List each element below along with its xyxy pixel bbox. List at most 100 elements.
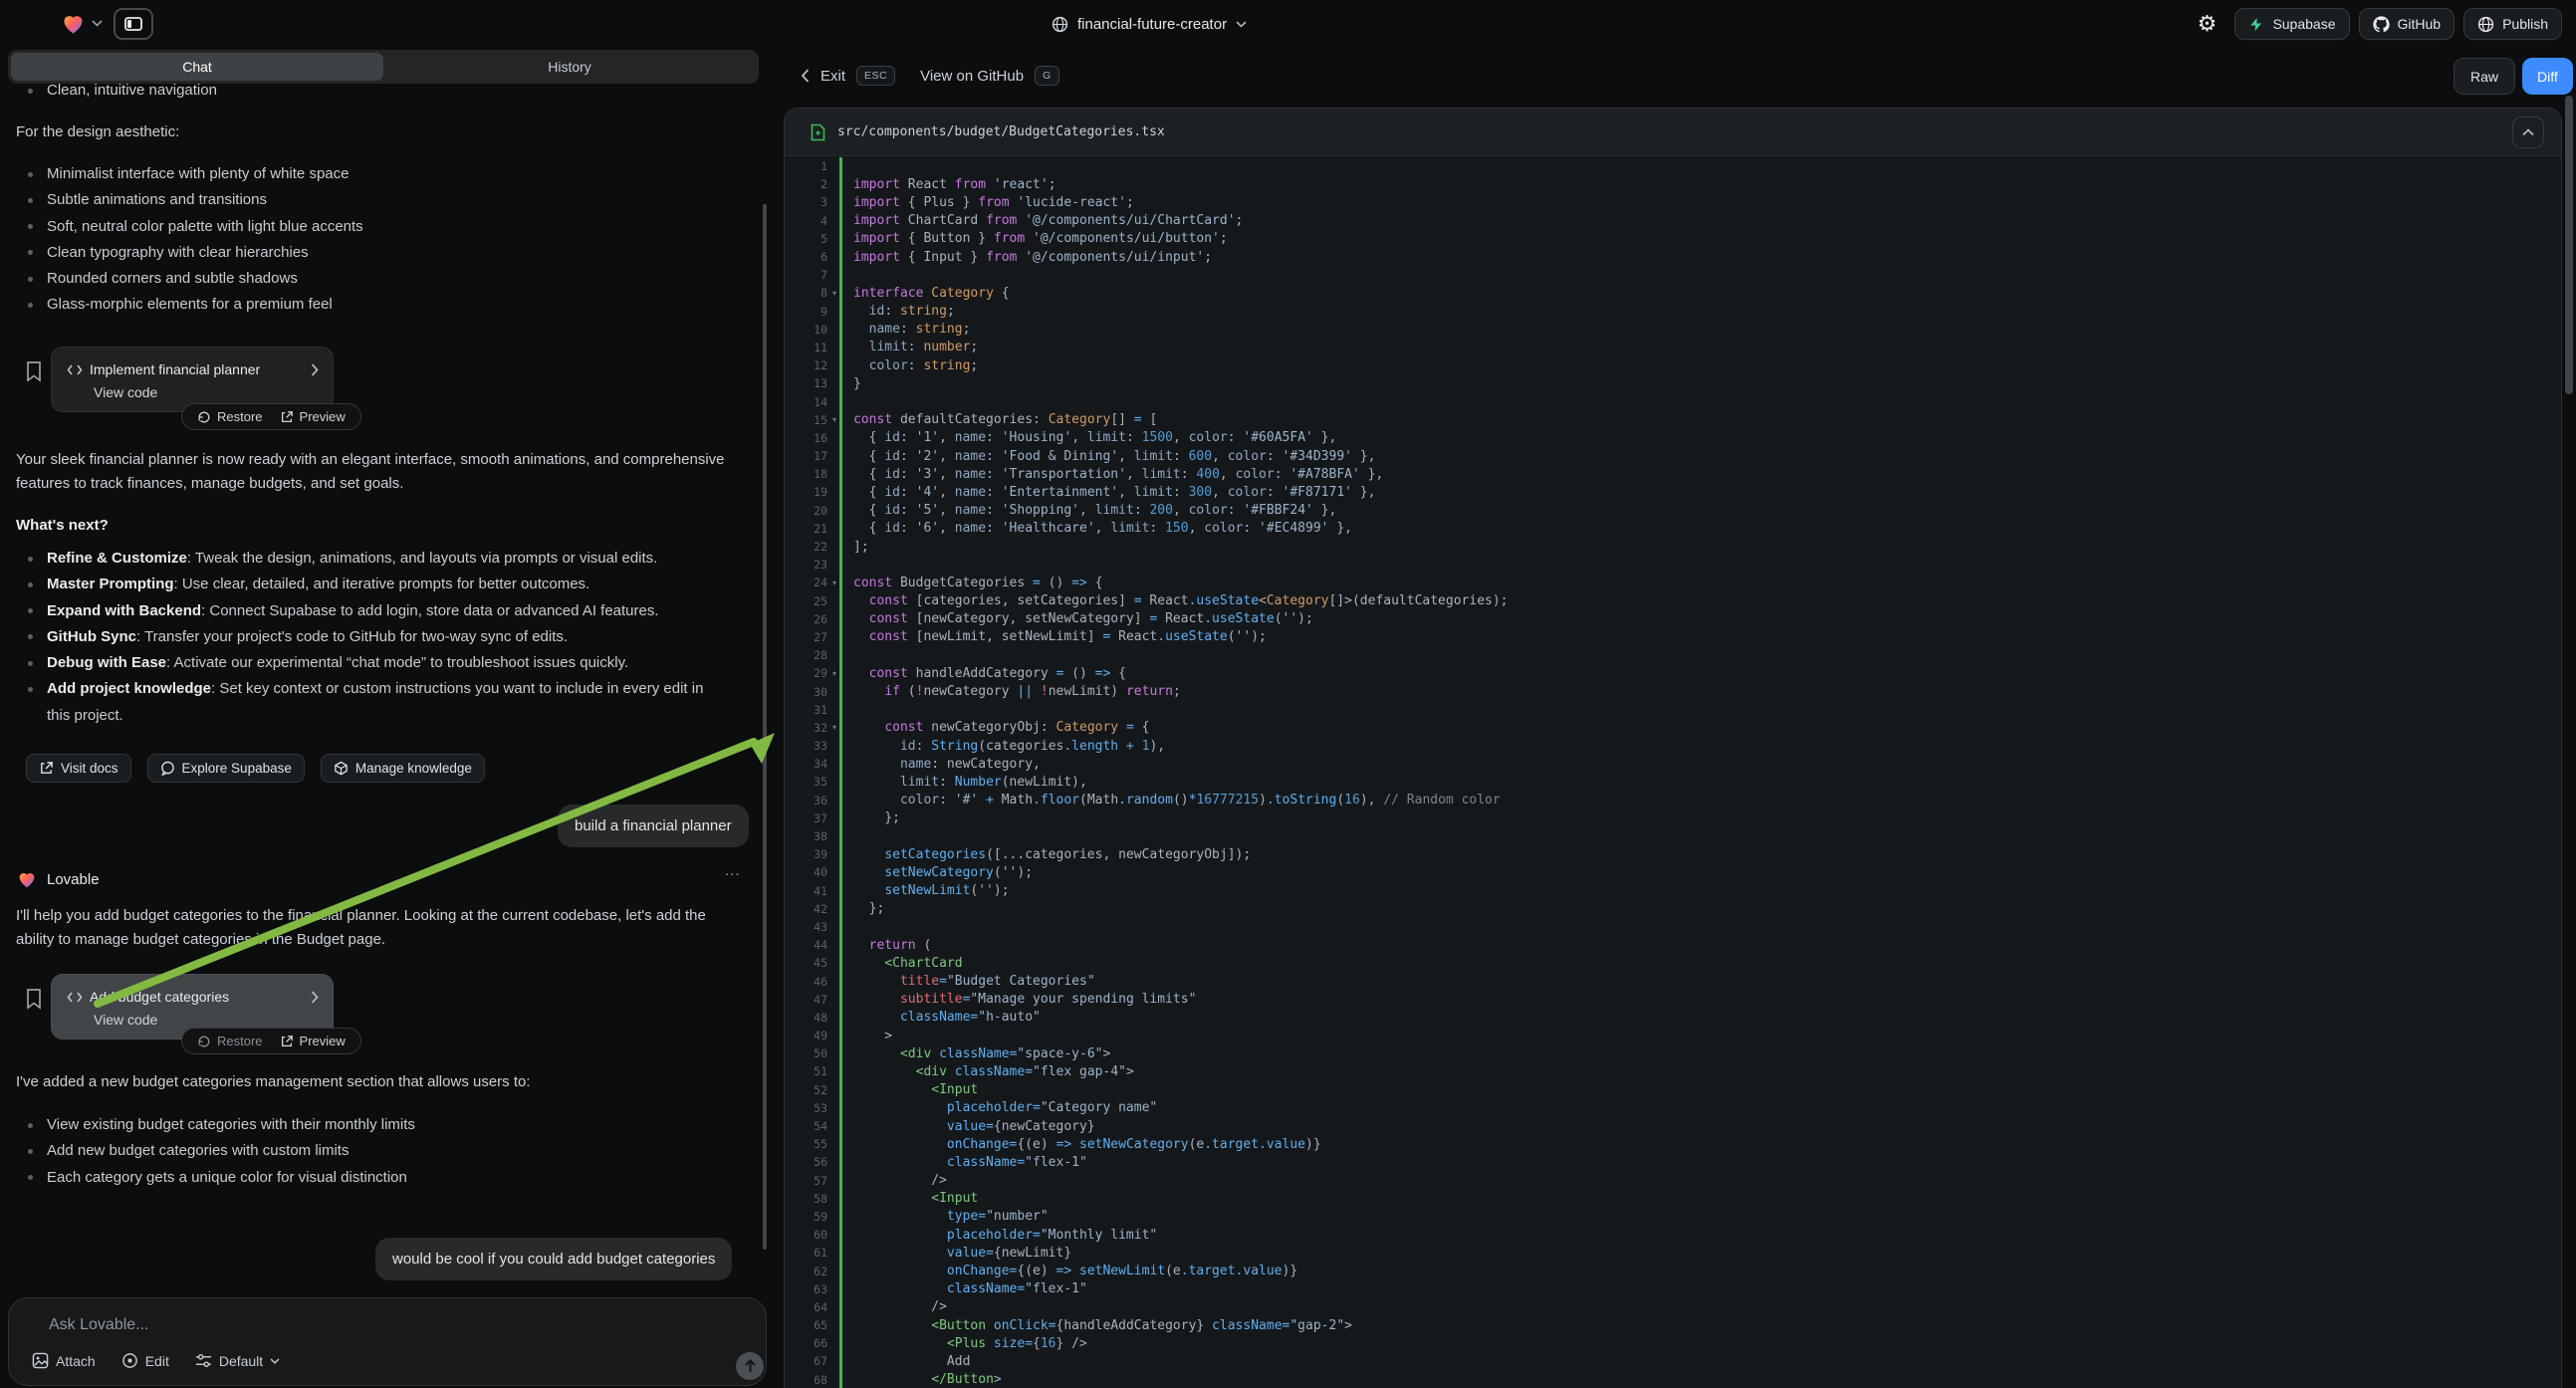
view-code-link[interactable]: View code (94, 384, 319, 400)
list-item: View existing budget categories with the… (16, 1112, 725, 1138)
file-header[interactable]: src/components/budget/BudgetCategories.t… (785, 109, 2561, 156)
g-key-badge: G (1035, 66, 1059, 86)
line-number: 10 (785, 323, 827, 337)
whats-next-item: Refine & Customize: Tweak the design, an… (16, 546, 725, 572)
code-line: 22]; (785, 538, 2561, 556)
line-number: 56 (785, 1155, 827, 1169)
code-line: 27 const [newLimit, setNewLimit] = React… (785, 628, 2561, 646)
chat-scrollbar[interactable] (763, 204, 767, 1250)
settings-gear-icon[interactable]: ⚙ (2190, 7, 2224, 41)
message-menu-button[interactable]: ... (725, 862, 741, 879)
list-item: Clean typography with clear hierarchies (16, 240, 725, 266)
project-name: financial-future-creator (1077, 16, 1227, 33)
design-bull-list: Minimalist interface with plenty of whit… (16, 161, 725, 319)
line-number: 63 (785, 1282, 827, 1296)
code-line: 6import { Input } from '@/components/ui/… (785, 248, 2561, 266)
line-number: 34 (785, 757, 827, 771)
list-item: Glass-morphic elements for a premium fee… (16, 292, 725, 318)
line-number: 20 (785, 504, 827, 518)
line-number: 6 (785, 250, 827, 264)
github-button[interactable]: GitHub (2359, 8, 2456, 40)
code-line: 61 value={newLimit} (785, 1244, 2561, 1262)
chat-composer (8, 1297, 767, 1386)
external-link-icon (39, 761, 54, 776)
code-line: 19 { id: '4', name: 'Entertainment', lim… (785, 483, 2561, 501)
bookmark-icon[interactable] (25, 988, 43, 1010)
code-editor-panel: src/components/budget/BudgetCategories.t… (784, 108, 2562, 1388)
user-message: build a financial planner (558, 805, 749, 847)
chat-input[interactable] (49, 1316, 646, 1334)
raw-button[interactable]: Raw (2454, 58, 2515, 95)
line-number: 51 (785, 1064, 827, 1078)
tab-history[interactable]: History (383, 53, 756, 81)
attach-button[interactable]: Attach (32, 1352, 96, 1369)
line-number: 24 (785, 576, 827, 589)
line-number: 57 (785, 1174, 827, 1188)
assistant-name: Lovable (47, 871, 100, 888)
send-button[interactable] (736, 1352, 764, 1380)
version-title: Implement financial planner (90, 361, 304, 377)
code-line: 45 <ChartCard (785, 954, 2561, 972)
line-number: 49 (785, 1029, 827, 1042)
list-item: Clean, intuitive navigation (16, 78, 725, 104)
version-actions-pill: Restore Preview (181, 1028, 361, 1054)
restore-button[interactable]: Restore (197, 409, 263, 424)
quick-actions: Visit docs Explore Supabase Manage knowled… (26, 754, 485, 783)
tab-chat[interactable]: Chat (11, 53, 383, 81)
line-number: 61 (785, 1246, 827, 1260)
line-number: 59 (785, 1210, 827, 1224)
collapse-file-button[interactable] (2512, 116, 2544, 148)
code-line: 28 (785, 646, 2561, 664)
line-number: 19 (785, 485, 827, 499)
code-line: 2import React from 'react'; (785, 175, 2561, 193)
bookmark-icon[interactable] (25, 360, 43, 382)
line-number: 46 (785, 975, 827, 989)
github-icon (2373, 16, 2390, 33)
assistant-message: I'll help you add budget categories to t… (16, 904, 741, 951)
restore-button[interactable]: Restore (197, 1034, 263, 1048)
code-line: 31 (785, 701, 2561, 719)
code-line: 57 /> (785, 1172, 2561, 1190)
publish-button[interactable]: Publish (2463, 8, 2562, 40)
view-code-link[interactable]: View code (94, 1012, 319, 1028)
code-line: 4import ChartCard from '@/components/ui/… (785, 212, 2561, 230)
code-line: 64 /> (785, 1298, 2561, 1316)
line-number: 67 (785, 1354, 827, 1368)
project-switcher[interactable]: financial-future-creator (1052, 0, 1247, 48)
chat-bubble-icon (160, 761, 175, 776)
line-number: 54 (785, 1119, 827, 1133)
diff-button[interactable]: Diff (2522, 58, 2573, 95)
restore-icon (197, 1035, 211, 1048)
explore-supabase-button[interactable]: Explore Supabase (147, 754, 305, 783)
preview-button[interactable]: Preview (280, 409, 346, 424)
mode-selector[interactable]: Default (195, 1353, 280, 1369)
code-line: 59 type="number" (785, 1208, 2561, 1226)
file-added-icon (811, 123, 825, 141)
chevron-left-icon[interactable] (801, 69, 810, 83)
code-line: 63 className="flex-1" (785, 1280, 2561, 1298)
code-line: 26 const [newCategory, setNewCategory] =… (785, 610, 2561, 628)
code-line: 50 <div className="space-y-6"> (785, 1044, 2561, 1062)
code-line: 48 className="h-auto" (785, 1009, 2561, 1027)
supabase-button[interactable]: Supabase (2234, 8, 2349, 40)
preview-button[interactable]: Preview (280, 1034, 346, 1048)
code-line: 10 name: string; (785, 321, 2561, 339)
assistant-message: Your sleek financial planner is now read… (16, 448, 741, 495)
code-line: 65 <Button onClick={handleAddCategory} c… (785, 1316, 2561, 1334)
line-number: 2 (785, 177, 827, 191)
target-icon (121, 1352, 138, 1369)
code-line: 42 }; (785, 900, 2561, 918)
line-number: 48 (785, 1011, 827, 1025)
view-on-github-button[interactable]: View on GitHub (920, 68, 1024, 85)
line-number: 17 (785, 449, 827, 463)
whats-next-item: Expand with Backend: Connect Supabase to… (16, 598, 725, 624)
manage-knowledge-button[interactable]: Manage knowledge (321, 754, 485, 783)
line-number: 38 (785, 829, 827, 843)
visit-docs-button[interactable]: Visit docs (26, 754, 131, 783)
exit-button[interactable]: Exit (820, 68, 845, 85)
whats-next-item: Debug with Ease: Activate our experiment… (16, 650, 725, 676)
edit-button[interactable]: Edit (121, 1352, 169, 1369)
whats-next-item: Master Prompting: Use clear, detailed, a… (16, 572, 725, 597)
list-item: Add new budget categories with custom li… (16, 1138, 725, 1164)
code-scrollbar[interactable] (2565, 96, 2573, 394)
